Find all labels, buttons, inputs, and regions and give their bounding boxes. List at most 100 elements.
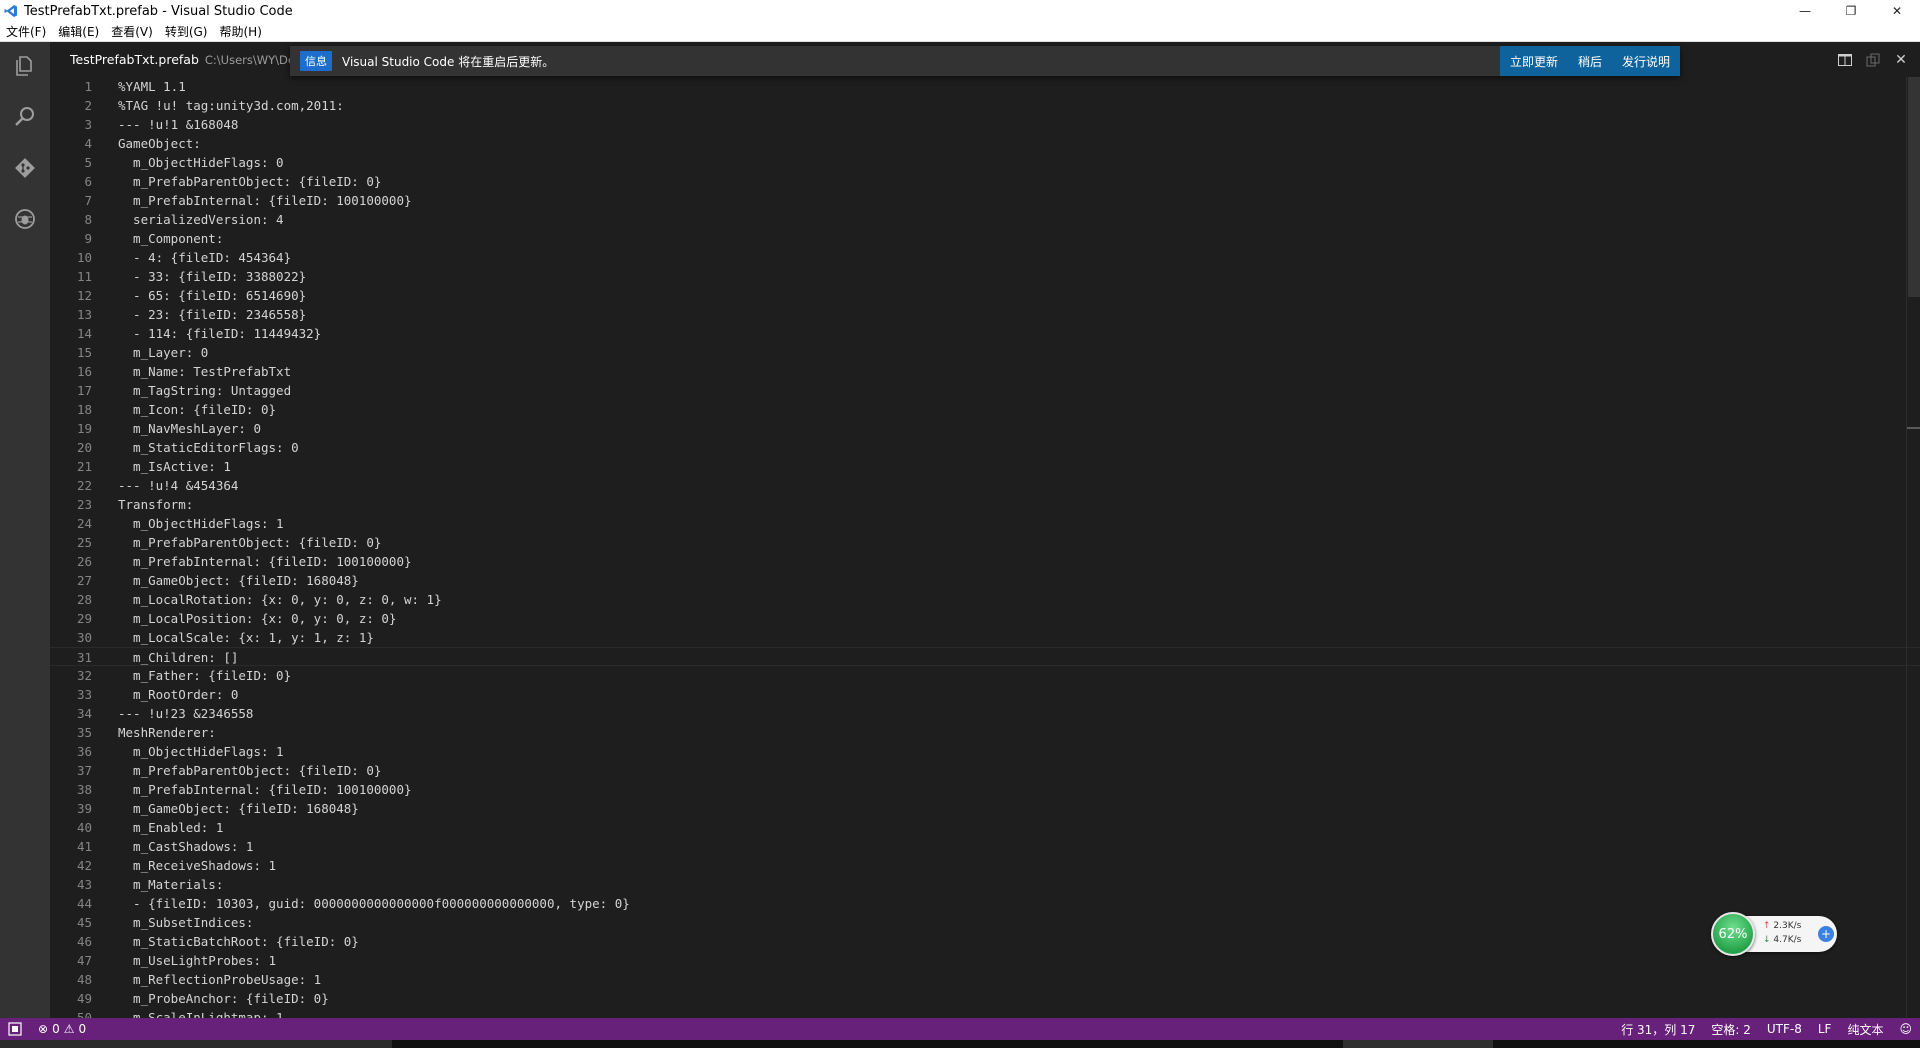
code-line[interactable]: 47 m_UseLightProbes: 1: [50, 951, 1920, 970]
line-number: 40: [76, 820, 92, 835]
indentation[interactable]: 空格: 2: [1703, 1021, 1759, 1038]
minimize-button[interactable]: —: [1782, 0, 1828, 22]
code-line[interactable]: 26 m_PrefabInternal: {fileID: 100100000}: [50, 552, 1920, 571]
code-line[interactable]: 31 m_Children: []: [50, 647, 1920, 666]
code-line[interactable]: 30 m_LocalScale: {x: 1, y: 1, z: 1}: [50, 628, 1920, 647]
code-line[interactable]: 9 m_Component:: [50, 229, 1920, 248]
restore-button[interactable]: ❐: [1828, 0, 1874, 22]
code-line[interactable]: 45 m_SubsetIndices:: [50, 913, 1920, 932]
line-text: m_Icon: {fileID: 0}: [118, 402, 277, 417]
code-line[interactable]: 6 m_PrefabParentObject: {fileID: 0}: [50, 172, 1920, 191]
line-text: Transform:: [118, 497, 194, 512]
upload-arrow-icon: ↑: [1763, 921, 1771, 931]
feedback-smiley-icon[interactable]: ☺: [1891, 1022, 1920, 1036]
code-line[interactable]: 43 m_Materials:: [50, 875, 1920, 894]
code-line[interactable]: 11 - 33: {fileID: 3388022}: [50, 267, 1920, 286]
line-text: %YAML 1.1: [118, 79, 186, 94]
line-number: 34: [76, 706, 92, 721]
vertical-scrollbar[interactable]: [1906, 77, 1920, 1018]
line-text: m_SubsetIndices:: [118, 915, 254, 930]
debug-icon: [13, 207, 37, 235]
menu-file[interactable]: 文件(F): [0, 23, 52, 40]
code-line[interactable]: 32 m_Father: {fileID: 0}: [50, 666, 1920, 685]
close-editor-icon[interactable]: ✕: [1892, 51, 1910, 69]
code-line[interactable]: 42 m_ReceiveShadows: 1: [50, 856, 1920, 875]
open-changes-icon[interactable]: [1864, 51, 1882, 69]
line-number: 37: [76, 763, 92, 778]
status-bar: ⊗ 0 ⚠ 0 行 31，列 17 空格: 2 UTF-8 LF 纯文本 ☺: [0, 1018, 1920, 1040]
later-button[interactable]: 稍后: [1568, 46, 1612, 76]
code-line[interactable]: 39 m_GameObject: {fileID: 168048}: [50, 799, 1920, 818]
code-editor[interactable]: 1 %YAML 1.1 2 %TAG !u! tag:unity3d.com,2011…: [50, 77, 1920, 1018]
code-line[interactable]: 41 m_CastShadows: 1: [50, 837, 1920, 856]
source-control-button[interactable]: [0, 144, 50, 195]
code-line[interactable]: 16 m_Name: TestPrefabTxt: [50, 362, 1920, 381]
network-speed-widget[interactable]: 62% ↑ 2.3K/s ↓ 4.7K/s +: [1711, 912, 1837, 956]
problems-indicator[interactable]: ⊗ 0 ⚠ 0: [30, 1022, 94, 1036]
release-notes-button[interactable]: 发行说明: [1612, 46, 1680, 76]
code-line[interactable]: 13 - 23: {fileID: 2346558}: [50, 305, 1920, 324]
notification-message: Visual Studio Code 将在重启后更新。: [342, 54, 555, 69]
code-line[interactable]: 12 - 65: {fileID: 6514690}: [50, 286, 1920, 305]
status-remote-icon[interactable]: [0, 1022, 30, 1036]
code-line[interactable]: 21 m_IsActive: 1: [50, 457, 1920, 476]
code-line[interactable]: 19 m_NavMeshLayer: 0: [50, 419, 1920, 438]
cursor-position[interactable]: 行 31，列 17: [1613, 1021, 1703, 1038]
split-editor-icon[interactable]: [1836, 51, 1854, 69]
code-line[interactable]: 46 m_StaticBatchRoot: {fileID: 0}: [50, 932, 1920, 951]
code-line[interactable]: 20 m_StaticEditorFlags: 0: [50, 438, 1920, 457]
code-line[interactable]: 1 %YAML 1.1: [50, 77, 1920, 96]
explorer-button[interactable]: [0, 42, 50, 93]
code-line[interactable]: 15 m_Layer: 0: [50, 343, 1920, 362]
code-line[interactable]: 33 m_RootOrder: 0: [50, 685, 1920, 704]
code-line[interactable]: 5 m_ObjectHideFlags: 0: [50, 153, 1920, 172]
code-line[interactable]: 37 m_PrefabParentObject: {fileID: 0}: [50, 761, 1920, 780]
code-line[interactable]: 29 m_LocalPosition: {x: 0, y: 0, z: 0}: [50, 609, 1920, 628]
code-line[interactable]: 38 m_PrefabInternal: {fileID: 100100000}: [50, 780, 1920, 799]
code-line[interactable]: 49 m_ProbeAnchor: {fileID: 0}: [50, 989, 1920, 1008]
encoding[interactable]: UTF-8: [1759, 1022, 1810, 1036]
line-number: 43: [76, 877, 92, 892]
code-line[interactable]: 28 m_LocalRotation: {x: 0, y: 0, z: 0, w…: [50, 590, 1920, 609]
code-line[interactable]: 35 MeshRenderer:: [50, 723, 1920, 742]
menu-edit[interactable]: 编辑(E): [52, 23, 105, 40]
code-line[interactable]: 22 --- !u!4 &454364: [50, 476, 1920, 495]
code-line[interactable]: 48 m_ReflectionProbeUsage: 1: [50, 970, 1920, 989]
code-line[interactable]: 27 m_GameObject: {fileID: 168048}: [50, 571, 1920, 590]
code-line[interactable]: 50 m_ScaleInLightmap: 1: [50, 1008, 1920, 1018]
code-line[interactable]: 40 m_Enabled: 1: [50, 818, 1920, 837]
code-line[interactable]: 4 GameObject:: [50, 134, 1920, 153]
line-number: 1: [84, 79, 92, 94]
menu-view[interactable]: 查看(V): [105, 23, 159, 40]
scrollbar-cursor-marker: [1907, 427, 1920, 429]
code-line[interactable]: 18 m_Icon: {fileID: 0}: [50, 400, 1920, 419]
code-line[interactable]: 14 - 114: {fileID: 11449432}: [50, 324, 1920, 343]
menu-goto[interactable]: 转到(G): [159, 23, 214, 40]
memory-percent-circle[interactable]: 62%: [1711, 912, 1755, 956]
search-button[interactable]: [0, 93, 50, 144]
editor-tab[interactable]: TestPrefabTxt.prefab C:\Users\WY\Deskt: [50, 42, 312, 77]
menu-help[interactable]: 帮助(H): [213, 23, 267, 40]
code-line[interactable]: 36 m_ObjectHideFlags: 1: [50, 742, 1920, 761]
code-line[interactable]: 44 - {fileID: 10303, guid: 0000000000000…: [50, 894, 1920, 913]
code-line[interactable]: 25 m_PrefabParentObject: {fileID: 0}: [50, 533, 1920, 552]
code-line[interactable]: 8 serializedVersion: 4: [50, 210, 1920, 229]
line-number: 33: [76, 687, 92, 702]
code-line[interactable]: 24 m_ObjectHideFlags: 1: [50, 514, 1920, 533]
line-text: m_PrefabParentObject: {fileID: 0}: [118, 535, 382, 550]
code-line[interactable]: 34 --- !u!23 &2346558: [50, 704, 1920, 723]
code-line[interactable]: 7 m_PrefabInternal: {fileID: 100100000}: [50, 191, 1920, 210]
update-now-button[interactable]: 立即更新: [1500, 46, 1568, 76]
plus-icon[interactable]: +: [1818, 926, 1834, 942]
close-window-button[interactable]: ✕: [1874, 0, 1920, 22]
code-line[interactable]: 23 Transform:: [50, 495, 1920, 514]
code-line[interactable]: 2 %TAG !u! tag:unity3d.com,2011:: [50, 96, 1920, 115]
code-line[interactable]: 3 --- !u!1 &168048: [50, 115, 1920, 134]
language-mode[interactable]: 纯文本: [1839, 1021, 1891, 1038]
line-number: 32: [76, 668, 92, 683]
end-of-line[interactable]: LF: [1810, 1022, 1840, 1036]
code-line[interactable]: 10 - 4: {fileID: 454364}: [50, 248, 1920, 267]
debug-button[interactable]: [0, 195, 50, 246]
scrollbar-thumb[interactable]: [1908, 77, 1920, 297]
code-line[interactable]: 17 m_TagString: Untagged: [50, 381, 1920, 400]
